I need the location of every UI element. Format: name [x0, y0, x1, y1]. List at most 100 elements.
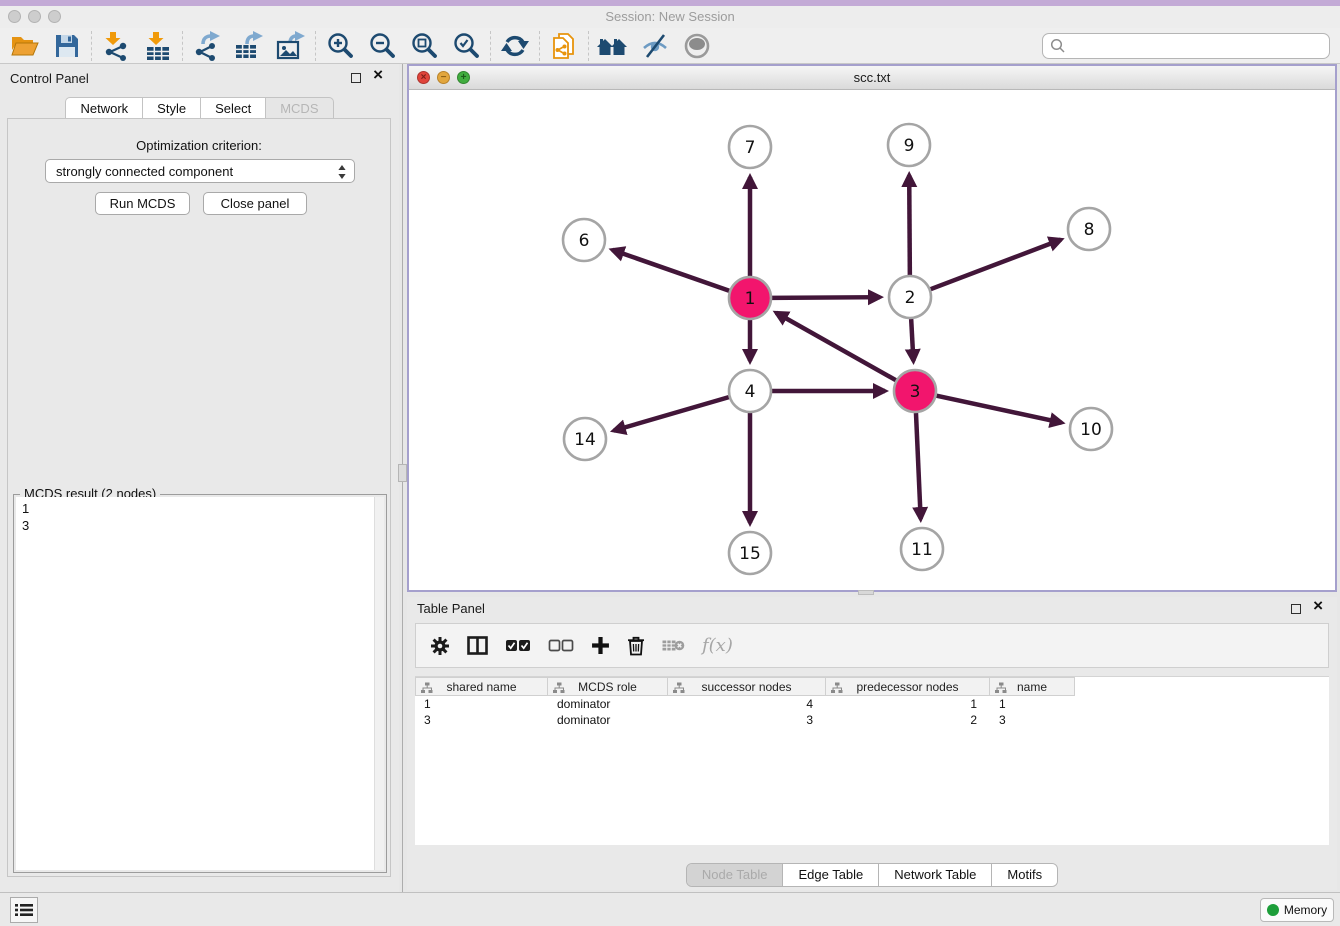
export-table-button[interactable]	[228, 29, 270, 63]
clone-network-button[interactable]	[543, 29, 585, 63]
import-table-icon	[143, 31, 173, 61]
toolbar-separator	[490, 31, 491, 61]
column-header-MCDS-role[interactable]: MCDS role	[548, 677, 668, 696]
criterion-dropdown[interactable]: strongly connected component	[45, 159, 355, 183]
tab-node-table[interactable]: Node Table	[687, 864, 783, 886]
search-container	[1042, 33, 1330, 59]
column-header-predecessor-nodes[interactable]: predecessor nodes	[826, 677, 990, 696]
result-scrollbar[interactable]	[374, 497, 384, 870]
plus-icon	[591, 636, 610, 655]
zoom-selected-button[interactable]	[445, 29, 487, 63]
zoom-fit-button[interactable]	[403, 29, 445, 63]
apply-layout-button[interactable]	[494, 29, 536, 63]
graph-edge-3-11[interactable]	[916, 413, 921, 519]
delete-row-button[interactable]	[627, 636, 645, 656]
close-table-panel-icon[interactable]: ×	[1313, 597, 1323, 615]
table-cell[interactable]: 2	[826, 712, 990, 728]
graph-edge-4-14[interactable]	[614, 397, 729, 430]
show-panel-button[interactable]	[676, 29, 718, 63]
mcds-result-group: MCDS result (2 nodes) 1 3	[13, 494, 387, 873]
table-cell[interactable]: dominator	[548, 696, 668, 712]
window-title: Session: New Session	[0, 9, 1340, 24]
close-panel-button[interactable]: Close panel	[203, 192, 307, 215]
horizontal-divider-grip[interactable]	[858, 590, 874, 595]
float-table-panel-icon[interactable]	[1291, 604, 1301, 614]
apply-function-button[interactable]: f(x)	[702, 635, 733, 656]
mcds-result-area[interactable]: 1 3	[16, 497, 384, 870]
column-header-successor-nodes[interactable]: successor nodes	[668, 677, 826, 696]
column-header-shared-name[interactable]: shared name	[415, 677, 548, 696]
network-window-titlebar[interactable]: × − + scc.txt	[409, 66, 1335, 90]
criterion-dropdown-value: strongly connected component	[56, 164, 233, 179]
search-input[interactable]	[1042, 33, 1330, 59]
table-cell[interactable]: dominator	[548, 712, 668, 728]
table-cell[interactable]: 4	[668, 696, 826, 712]
control-panel-title: Control Panel	[10, 71, 89, 86]
network-view-window: × − + scc.txt 7968124314101511	[407, 64, 1337, 592]
panel-divider-grip[interactable]	[398, 464, 407, 482]
attribute-icon	[995, 682, 1007, 694]
table-settings-button[interactable]	[430, 636, 450, 656]
memory-status-dot	[1267, 904, 1279, 916]
network-canvas[interactable]: 7968124314101511	[409, 90, 1335, 590]
table-cell[interactable]: 1	[826, 696, 990, 712]
graph-node-label: 7	[745, 138, 756, 158]
export-image-icon	[276, 31, 306, 61]
attribute-icon	[421, 682, 433, 694]
show-task-history-button[interactable]	[10, 897, 38, 923]
show-columns-button[interactable]	[467, 636, 488, 655]
hide-panel-button[interactable]	[634, 29, 676, 63]
table-cell[interactable]: 1	[415, 696, 548, 712]
zoom-out-button[interactable]	[361, 29, 403, 63]
graph-node-label: 8	[1084, 220, 1095, 240]
delete-table-button[interactable]	[662, 638, 685, 653]
import-network-button[interactable]	[95, 29, 137, 63]
run-mcds-button[interactable]: Run MCDS	[95, 192, 190, 215]
memory-button[interactable]: Memory	[1260, 898, 1334, 922]
eye-icon	[682, 31, 712, 61]
toolbar-separator	[315, 31, 316, 61]
show-networks-home-button[interactable]	[592, 29, 634, 63]
tab-network-table[interactable]: Network Table	[878, 864, 991, 886]
deselect-all-button[interactable]	[548, 639, 574, 652]
mcds-panel: Optimization criterion: strongly connect…	[7, 118, 391, 877]
table-cell[interactable]: 1	[990, 696, 1075, 712]
open-session-button[interactable]	[4, 29, 46, 63]
graph-edge-1-6[interactable]	[612, 250, 729, 291]
close-panel-icon[interactable]: ×	[373, 66, 383, 84]
table-cell[interactable]: 3	[668, 712, 826, 728]
graph-edge-1-2[interactable]	[772, 297, 880, 298]
graph-node-label: 11	[911, 540, 933, 560]
zoom-out-icon	[367, 31, 397, 61]
import-network-icon	[101, 31, 131, 61]
add-row-button[interactable]	[591, 636, 610, 655]
network-graph[interactable]: 7968124314101511	[409, 90, 1335, 590]
graph-edge-2-8[interactable]	[931, 240, 1061, 290]
export-image-button[interactable]	[270, 29, 312, 63]
toolbar-separator	[539, 31, 540, 61]
table-cell[interactable]: 3	[415, 712, 548, 728]
node-table-body: 1dominator4113dominator323	[415, 696, 1329, 728]
tab-edge-table[interactable]: Edge Table	[782, 864, 878, 886]
column-header-name[interactable]: name	[990, 677, 1075, 696]
select-all-button[interactable]	[505, 639, 531, 652]
save-floppy-icon	[54, 33, 80, 59]
table-cell[interactable]: 3	[990, 712, 1075, 728]
main-toolbar	[0, 28, 1340, 64]
graph-edge-2-9[interactable]	[909, 175, 910, 275]
table-row[interactable]: 3dominator323	[415, 712, 1329, 728]
fx-icon: f(x)	[702, 635, 733, 656]
graph-node-label: 4	[745, 382, 756, 402]
float-panel-icon[interactable]	[351, 73, 361, 83]
graph-edge-3-10[interactable]	[937, 396, 1062, 423]
zoom-in-button[interactable]	[319, 29, 361, 63]
import-table-button[interactable]	[137, 29, 179, 63]
export-network-button[interactable]	[186, 29, 228, 63]
tab-motifs[interactable]: Motifs	[991, 864, 1057, 886]
graph-edge-3-1[interactable]	[776, 313, 896, 380]
save-session-button[interactable]	[46, 29, 88, 63]
attribute-icon	[553, 682, 565, 694]
table-row[interactable]: 1dominator411	[415, 696, 1329, 712]
clone-network-icon	[549, 31, 579, 61]
graph-edge-2-3[interactable]	[911, 319, 913, 361]
